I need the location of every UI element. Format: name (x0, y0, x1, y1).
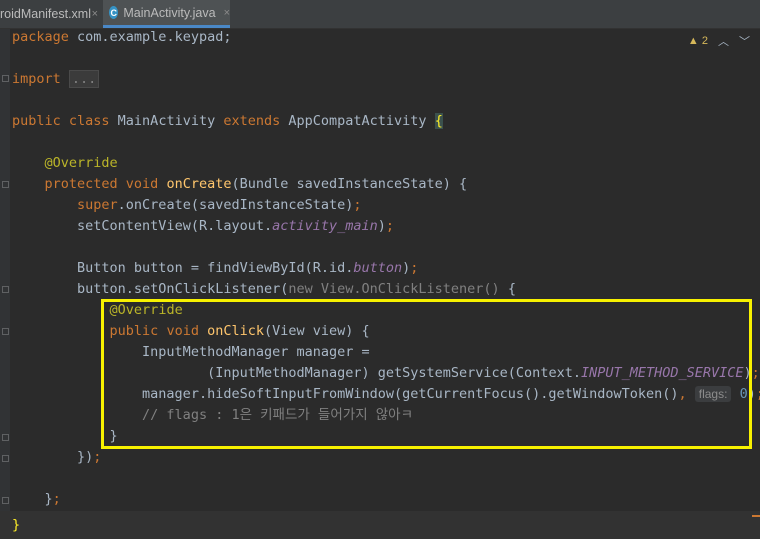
matched-brace: { (434, 113, 443, 129)
java-class-icon: C (109, 6, 119, 19)
code-line: import ... (12, 69, 100, 90)
matched-brace: } (12, 517, 21, 533)
code-line: @Override (12, 153, 118, 174)
field-name: activity_main (272, 218, 378, 234)
code-line: Button button = findViewById(R.id.button… (12, 258, 418, 279)
code-text: button.setOnClickListener( (77, 281, 289, 297)
semicolon: ; (385, 218, 395, 234)
close-icon[interactable]: × (224, 7, 230, 19)
fold-marker[interactable] (2, 75, 9, 82)
folded-imports[interactable]: ... (68, 70, 100, 88)
fold-marker[interactable] (2, 497, 9, 504)
warning-count: 2 (701, 35, 708, 47)
keyword: import (12, 71, 61, 87)
warning-icon[interactable]: ▲ 2 (688, 35, 708, 47)
code-line: } (12, 511, 20, 539)
semicolon: ; (410, 260, 419, 276)
tab-label: MainActivity.java (123, 5, 216, 20)
code-line: button.setOnClickListener(new View.OnCli… (12, 279, 516, 300)
annotation: @Override (44, 155, 118, 171)
fold-marker[interactable] (2, 328, 9, 335)
code-line: }); (12, 447, 101, 468)
code-line: public class MainActivity extends AppCom… (12, 111, 443, 132)
fold-marker[interactable] (2, 434, 9, 441)
code-text: .onCreate(savedInstanceState) (117, 197, 354, 213)
keyword: super (77, 197, 118, 213)
keyword: public class (12, 113, 110, 129)
class-name: MainActivity (109, 113, 224, 129)
scrollbar-marker[interactable] (752, 515, 760, 517)
fold-marker[interactable] (2, 286, 9, 293)
chevron-down-icon[interactable]: ﹀ (739, 33, 750, 49)
semicolon: ; (756, 386, 760, 402)
semicolon: ; (353, 197, 362, 213)
field-name: button (353, 260, 403, 276)
tab-main-activity[interactable]: C MainActivity.java × (103, 0, 230, 28)
collapsed-lambda-hint: new View.OnClickListener() (288, 281, 508, 297)
keyword: extends (223, 113, 281, 129)
tab-label: roidManifest.xml (0, 7, 91, 21)
code-text: (Bundle savedInstanceState) { (231, 176, 468, 192)
code-line: setContentView(R.layout.activity_main); (12, 216, 394, 237)
highlight-annotation-box (101, 299, 752, 449)
code-text: setContentView(R.layout. (77, 218, 273, 234)
code-line: protected void onCreate(Bundle savedInst… (12, 174, 468, 195)
current-line-highlight (0, 511, 760, 539)
chevron-up-icon[interactable]: ︿ (718, 33, 729, 49)
keyword: package (12, 29, 69, 45)
fold-marker[interactable] (2, 455, 9, 462)
code-text: }) (77, 449, 94, 465)
code-text: } (44, 491, 53, 507)
code-editor[interactable]: ▲ 2 ︿ ﹀ package com.example.keypad; impo… (0, 29, 760, 539)
inspection-widget: ▲ 2 ︿ ﹀ (688, 33, 750, 49)
code-text: ) (377, 218, 386, 234)
semicolon: ; (93, 449, 102, 465)
code-text: Button button = findViewById(R.id. (77, 260, 354, 276)
code-text: com.example.keypad; (68, 29, 232, 45)
method-name: onCreate (166, 176, 232, 192)
code-line: super.onCreate(savedInstanceState); (12, 195, 362, 216)
tab-android-manifest[interactable]: roidManifest.xml × (0, 0, 102, 28)
keyword: protected void (44, 176, 159, 192)
close-icon[interactable]: × (92, 8, 98, 20)
code-line: }; (12, 489, 61, 510)
semicolon: ; (751, 365, 760, 381)
semicolon: ; (52, 491, 61, 507)
code-text: { (507, 281, 516, 297)
editor-tab-bar: roidManifest.xml × C MainActivity.java × (0, 0, 760, 29)
code-line: package com.example.keypad; (12, 27, 231, 48)
editor-gutter (0, 29, 10, 539)
fold-marker[interactable] (2, 181, 9, 188)
code-text: AppCompatActivity (280, 113, 435, 129)
